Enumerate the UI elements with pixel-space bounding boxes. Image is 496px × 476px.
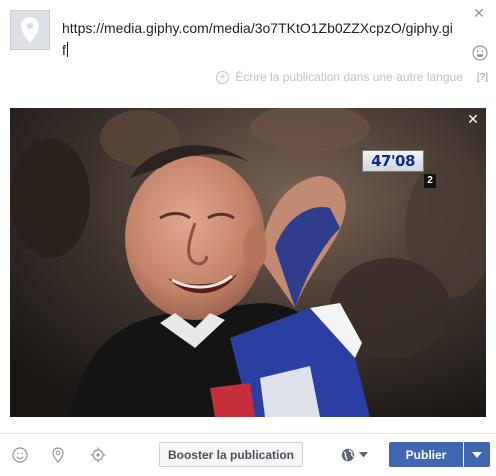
crosshair-icon[interactable] (90, 447, 106, 463)
publish-options-dropdown[interactable] (464, 442, 490, 467)
post-text-line-1: https://media.giphy.com/media/3o7TKtO1Zb… (62, 20, 453, 36)
composer-footer: Booster la publication Publier (0, 433, 496, 476)
location-pin-icon[interactable] (50, 447, 66, 463)
link-preview-image[interactable]: 47'08 2 ✕ (10, 108, 486, 417)
translate-row: + Écrire la publication dans une autre l… (216, 69, 488, 85)
help-link[interactable]: [?] (477, 72, 488, 83)
smiley-icon[interactable] (12, 447, 28, 463)
translate-link[interactable]: Écrire la publication dans une autre lan… (235, 70, 462, 84)
publish-button[interactable]: Publier (389, 442, 463, 467)
boost-post-button[interactable]: Booster la publication (159, 442, 303, 467)
score-period: 2 (424, 174, 436, 188)
smiley-icon[interactable] (472, 45, 488, 61)
post-text-line-2: f (62, 42, 66, 58)
chevron-down-icon (359, 452, 368, 458)
location-pin-icon (21, 17, 39, 43)
globe-icon (341, 448, 355, 462)
location-avatar (10, 10, 50, 50)
chevron-down-icon (472, 451, 482, 458)
text-caret (66, 42, 68, 57)
post-text-input[interactable]: https://media.giphy.com/media/3o7TKtO1Zb… (62, 17, 466, 61)
audience-selector[interactable] (341, 445, 373, 465)
close-icon[interactable]: ✕ (472, 6, 486, 20)
score-clock: 47'08 (362, 150, 424, 172)
remove-preview-close-icon[interactable]: ✕ (466, 112, 480, 126)
post-composer: https://media.giphy.com/media/3o7TKtO1Zb… (0, 0, 496, 476)
plus-circle-icon: + (216, 70, 230, 84)
